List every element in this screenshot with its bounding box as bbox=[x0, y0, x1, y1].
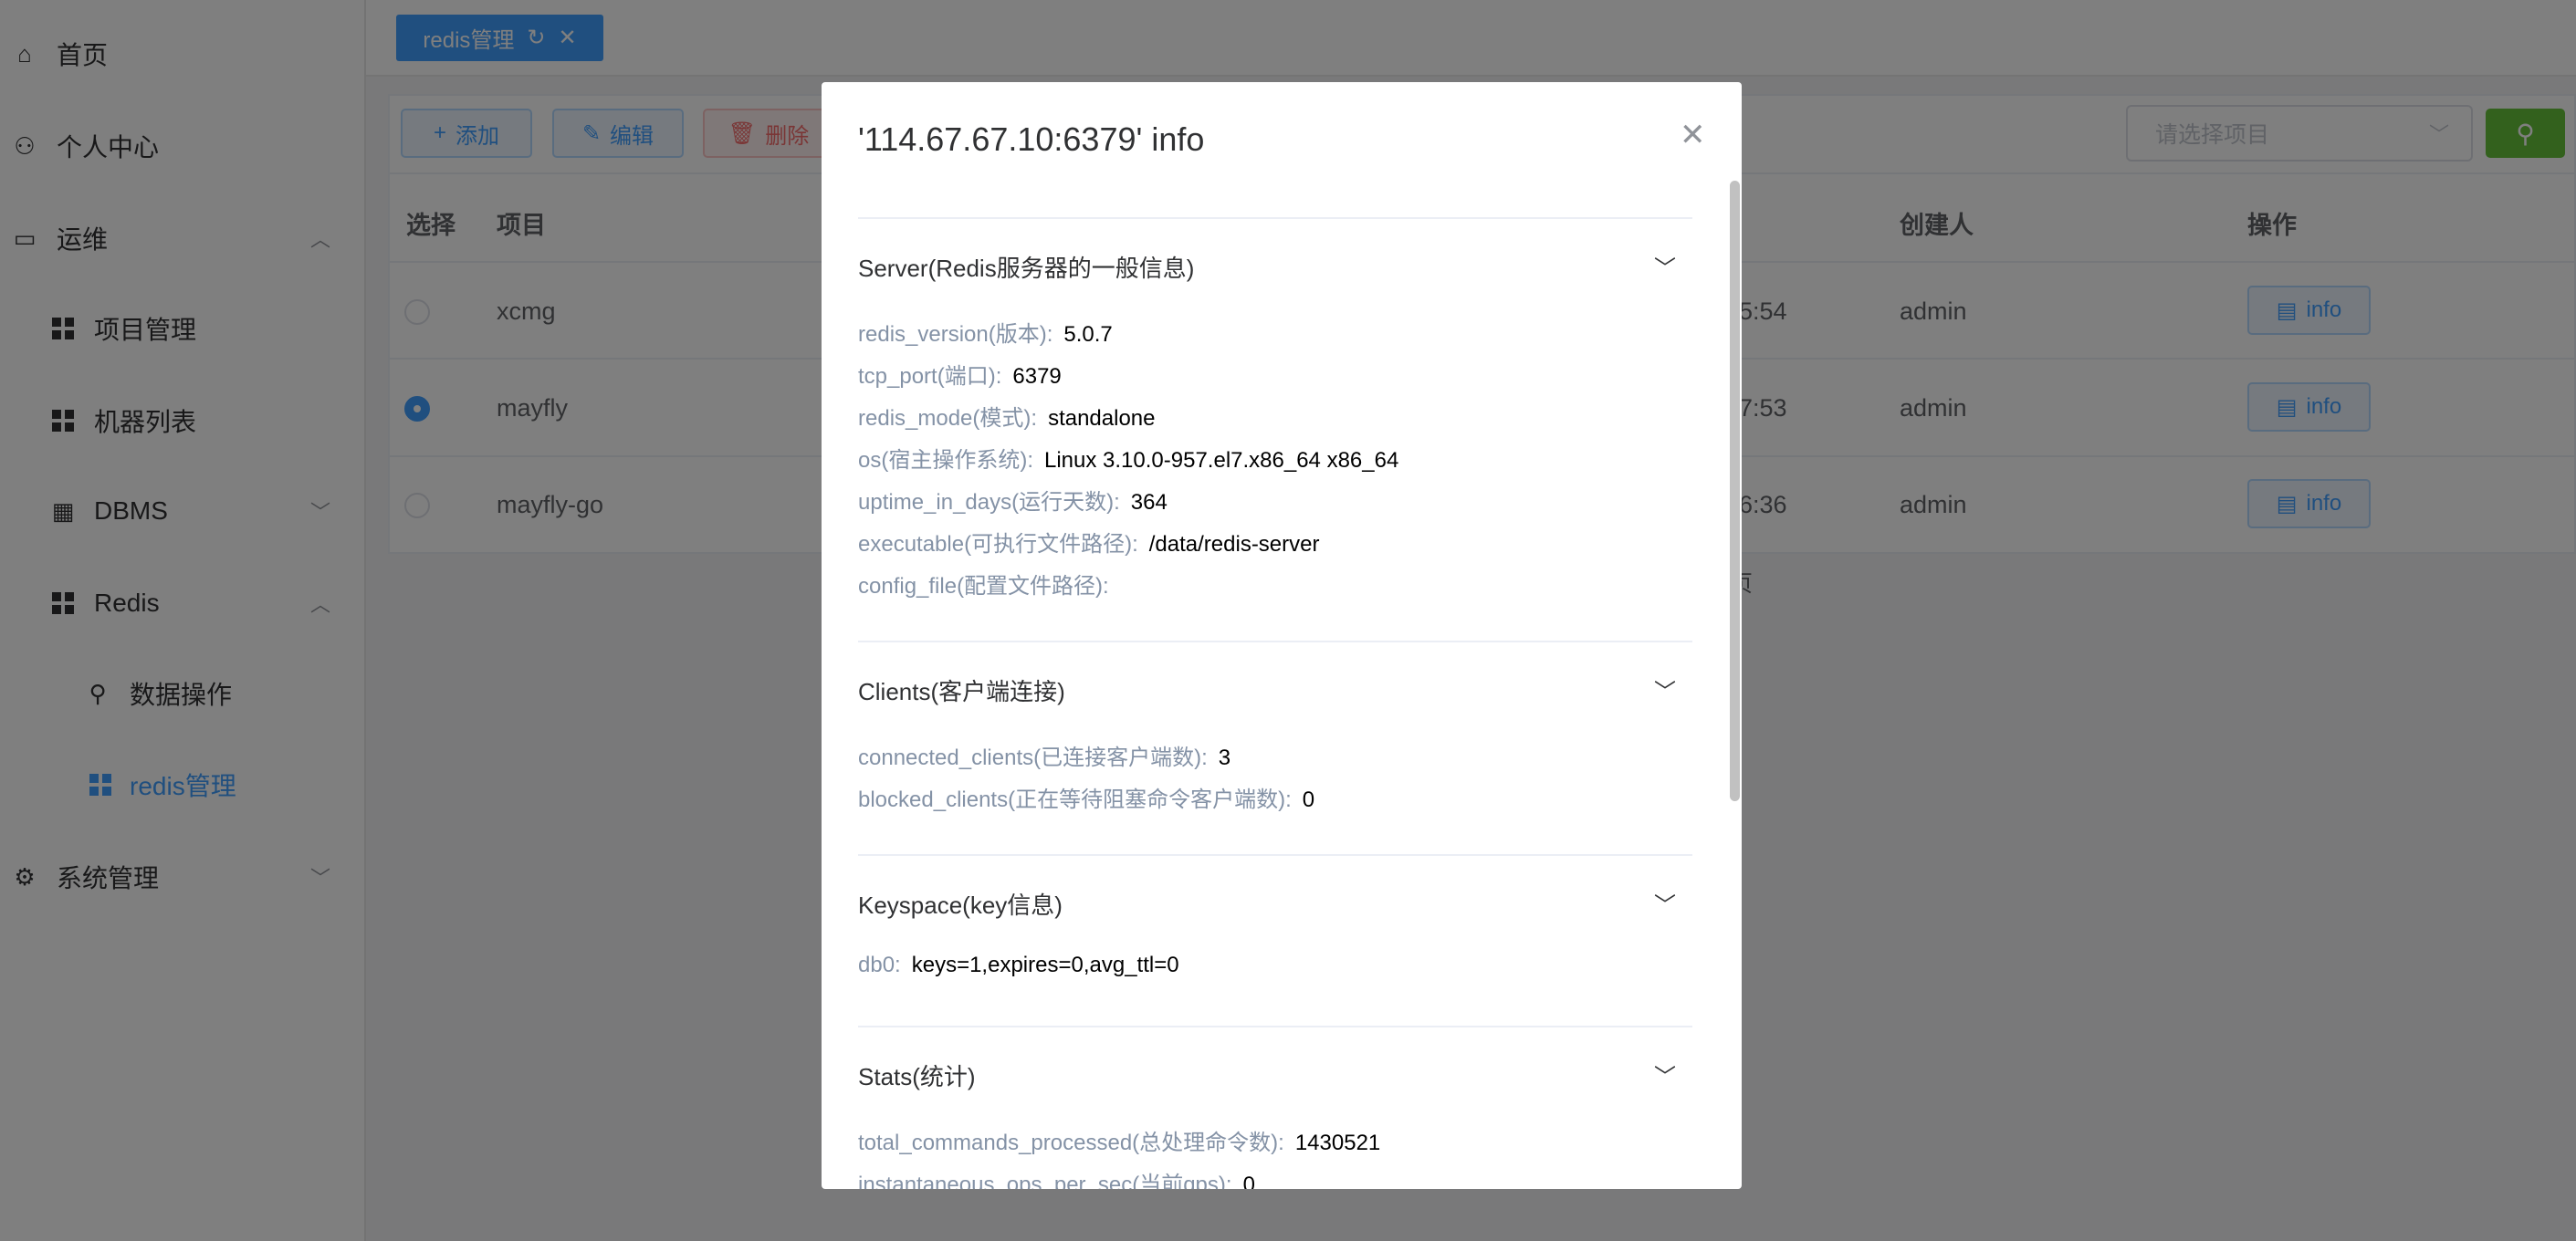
dialog-title: '114.67.67.10:6379' info bbox=[858, 120, 1205, 158]
info-value: 3 bbox=[1218, 746, 1231, 770]
info-key: executable(可执行文件路径): bbox=[858, 532, 1138, 557]
divider bbox=[858, 217, 1692, 219]
info-value: 0 bbox=[1242, 1173, 1255, 1189]
info-value: 5.0.7 bbox=[1063, 322, 1113, 347]
info-value: 6379 bbox=[1012, 364, 1062, 389]
info-key: config_file(配置文件路径): bbox=[858, 574, 1109, 599]
info-item: os(宿主操作系统): Linux 3.10.0-957.el7.x86_64 x… bbox=[858, 442, 1398, 474]
close-icon[interactable]: ✕ bbox=[1680, 117, 1706, 153]
info-item: instantaneous_ops_per_sec(当前qps): 0 bbox=[858, 1166, 1255, 1189]
divider bbox=[858, 1026, 1692, 1027]
info-value: 364 bbox=[1130, 490, 1168, 515]
info-item: redis_version(版本): 5.0.7 bbox=[858, 316, 1113, 348]
info-key: uptime_in_days(运行天数): bbox=[858, 490, 1120, 515]
info-value: keys=1,expires=0,avg_ttl=0 bbox=[911, 953, 1179, 977]
chevron-down-icon[interactable]: ﹀ bbox=[1654, 1058, 1676, 1090]
info-key: tcp_port(端口): bbox=[858, 364, 1002, 389]
info-value: Linux 3.10.0-957.el7.x86_64 x86_64 bbox=[1044, 448, 1399, 473]
divider bbox=[858, 854, 1692, 856]
info-item: blocked_clients(正在等待阻塞命令客户端数): 0 bbox=[858, 781, 1314, 813]
scrollbar[interactable] bbox=[1730, 181, 1740, 801]
info-key: instantaneous_ops_per_sec(当前qps): bbox=[858, 1173, 1232, 1189]
info-item: total_commands_processed(总处理命令数): 1430521 bbox=[858, 1124, 1380, 1156]
chevron-down-icon[interactable]: ﹀ bbox=[1654, 250, 1676, 282]
info-key: connected_clients(已连接客户端数): bbox=[858, 746, 1208, 770]
info-key: total_commands_processed(总处理命令数): bbox=[858, 1131, 1284, 1155]
info-value: 0 bbox=[1302, 787, 1315, 812]
info-value: 1430521 bbox=[1294, 1131, 1381, 1155]
info-item: config_file(配置文件路径): bbox=[858, 568, 1120, 600]
info-value: standalone bbox=[1048, 406, 1156, 431]
info-key: db0: bbox=[858, 953, 901, 977]
chevron-down-icon[interactable]: ﹀ bbox=[1654, 673, 1676, 705]
info-key: redis_mode(模式): bbox=[858, 406, 1038, 431]
chevron-down-icon[interactable]: ﹀ bbox=[1654, 887, 1676, 919]
info-dialog: '114.67.67.10:6379' info ✕ Server(Redis服… bbox=[822, 82, 1742, 1189]
info-key: blocked_clients(正在等待阻塞命令客户端数): bbox=[858, 787, 1292, 812]
section-header[interactable]: Clients(客户端连接) bbox=[858, 673, 1065, 707]
info-item: connected_clients(已连接客户端数): 3 bbox=[858, 739, 1230, 771]
info-key: redis_version(版本): bbox=[858, 322, 1053, 347]
info-item: redis_mode(模式): standalone bbox=[858, 400, 1156, 432]
section-header[interactable]: Server(Redis服务器的一般信息) bbox=[858, 250, 1194, 284]
section-header[interactable]: Keyspace(key信息) bbox=[858, 887, 1063, 921]
info-item: executable(可执行文件路径): /data/redis-server bbox=[858, 526, 1320, 558]
divider bbox=[858, 641, 1692, 642]
info-item: db0: keys=1,expires=0,avg_ttl=0 bbox=[858, 953, 1179, 978]
info-value: /data/redis-server bbox=[1148, 532, 1320, 557]
info-key: os(宿主操作系统): bbox=[858, 448, 1033, 473]
section-header[interactable]: Stats(统计) bbox=[858, 1058, 976, 1092]
info-item: tcp_port(端口): 6379 bbox=[858, 358, 1062, 390]
info-item: uptime_in_days(运行天数): 364 bbox=[858, 484, 1168, 516]
